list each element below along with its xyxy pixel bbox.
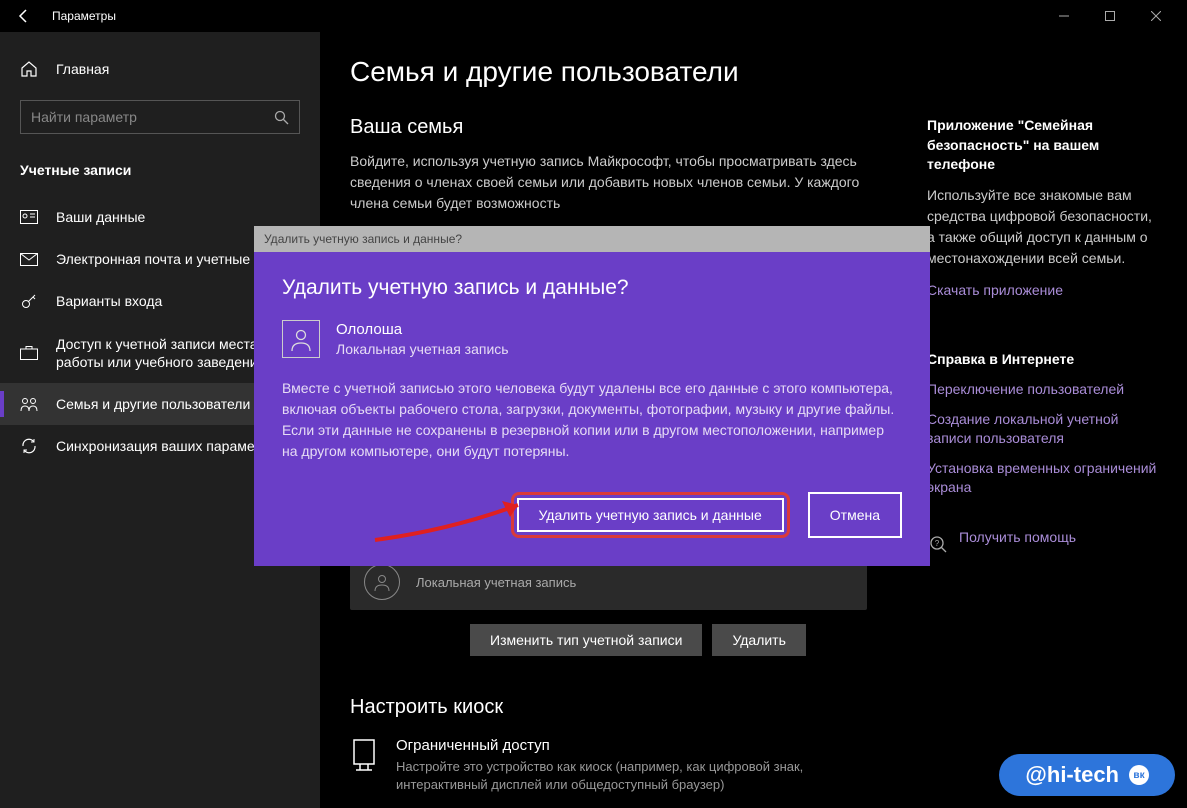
- family-section-title: Ваша семья: [350, 116, 867, 139]
- dialog-titlebar: Удалить учетную запись и данные?: [254, 226, 930, 252]
- kiosk-section-title: Настроить киоск: [350, 696, 867, 719]
- kiosk-heading: Ограниченный доступ: [396, 737, 867, 754]
- vk-icon: вк: [1129, 765, 1149, 785]
- confirm-delete-button[interactable]: Удалить учетную запись и данные: [517, 498, 784, 532]
- home-icon: [20, 60, 40, 78]
- sidebar-item-label: Ваши данные: [56, 208, 145, 226]
- mail-icon: [20, 253, 40, 266]
- dialog-heading: Удалить учетную запись и данные?: [282, 276, 902, 300]
- user-avatar-icon: [364, 564, 400, 600]
- web-help-title: Справка в Интернете: [927, 350, 1157, 370]
- briefcase-icon: [20, 345, 40, 360]
- kiosk-row[interactable]: Ограниченный доступ Настройте это устрой…: [350, 737, 867, 794]
- delete-account-dialog: Удалить учетную запись и данные? Удалить…: [254, 226, 930, 566]
- watermark: @hi-tech вк: [999, 754, 1175, 796]
- people-icon: [20, 397, 40, 412]
- watermark-text: @hi-tech: [1025, 762, 1119, 788]
- id-card-icon: [20, 210, 40, 224]
- change-account-type-button[interactable]: Изменить тип учетной записи: [470, 624, 702, 656]
- help-link[interactable]: Создание локальной учетной записи пользо…: [927, 410, 1157, 449]
- dialog-user-type: Локальная учетная запись: [336, 340, 509, 358]
- back-button[interactable]: [8, 0, 40, 32]
- sidebar-item-label: Синхронизация ваших параметров: [56, 437, 284, 455]
- window-titlebar: Параметры: [0, 0, 1187, 32]
- dialog-user-name: Ололоша: [336, 320, 509, 340]
- sidebar-section-title: Учетные записи: [0, 154, 320, 186]
- window-title: Параметры: [52, 9, 116, 23]
- highlight-annotation: Удалить учетную запись и данные: [511, 492, 790, 538]
- key-icon: [20, 292, 40, 310]
- family-safety-desc: Используйте все знакомые вам средства ци…: [927, 185, 1157, 269]
- close-button[interactable]: [1133, 0, 1179, 32]
- page-heading: Семья и другие пользователи: [350, 56, 1157, 88]
- kiosk-icon: [350, 737, 378, 773]
- sidebar-home-label: Главная: [56, 61, 109, 77]
- svg-text:?: ?: [935, 539, 940, 548]
- search-icon: [274, 110, 289, 125]
- sidebar-item-label: Варианты входа: [56, 292, 162, 310]
- sidebar-home[interactable]: Главная: [0, 52, 320, 86]
- download-app-link[interactable]: Скачать приложение: [927, 281, 1157, 301]
- get-help-link[interactable]: Получить помощь: [959, 528, 1076, 548]
- cancel-button[interactable]: Отмена: [808, 492, 902, 538]
- user-type-label: Локальная учетная запись: [416, 575, 576, 590]
- dialog-warning-text: Вместе с учетной записью этого человека …: [282, 378, 902, 462]
- help-link[interactable]: Установка временных ограничений экрана: [927, 459, 1157, 498]
- family-safety-title: Приложение "Семейная безопасность" на ва…: [927, 116, 1157, 175]
- delete-user-button[interactable]: Удалить: [712, 624, 805, 656]
- family-section-desc: Войдите, используя учетную запись Майкро…: [350, 151, 867, 214]
- kiosk-subtext: Настройте это устройство как киоск (напр…: [396, 758, 867, 794]
- help-link[interactable]: Переключение пользователей: [927, 380, 1157, 400]
- minimize-button[interactable]: [1041, 0, 1087, 32]
- sync-icon: [20, 437, 40, 455]
- maximize-button[interactable]: [1087, 0, 1133, 32]
- search-box[interactable]: [20, 100, 300, 134]
- search-input[interactable]: [31, 109, 274, 125]
- dialog-user-avatar-icon: [282, 320, 320, 358]
- sidebar-item-label: Семья и другие пользователи: [56, 395, 250, 413]
- help-icon: ?: [927, 533, 947, 553]
